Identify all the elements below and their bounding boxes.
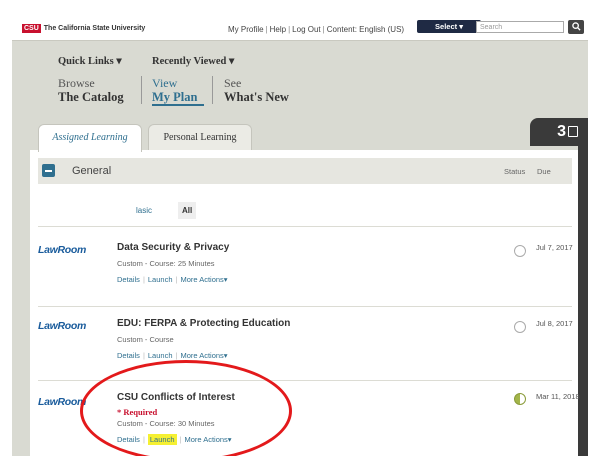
lawroom-logo: LawRoom	[38, 396, 86, 411]
course-title[interactable]: EDU: FERPA & Protecting Education	[117, 318, 290, 329]
nav-browse-catalog[interactable]: Browse The Catalog	[58, 76, 124, 104]
launch-link[interactable]: Launch	[148, 275, 173, 284]
course-meta: Custom - Course: 30 Minutes	[117, 419, 215, 428]
search-button[interactable]	[568, 20, 584, 34]
status-not-started-icon	[514, 321, 526, 333]
nav-divider	[212, 76, 213, 104]
group-title: General	[72, 165, 112, 177]
group-header: General Status Due	[38, 158, 572, 184]
csu-logo-text: The California State University	[43, 25, 146, 32]
active-nav-underline	[152, 104, 204, 106]
nav-whatsnew-line2: What's New	[224, 90, 289, 104]
assigned-count-badge: 3	[530, 118, 588, 146]
more-actions-menu[interactable]: More Actions▾	[180, 275, 227, 284]
lawroom-logo: LawRoom	[38, 244, 86, 259]
required-label: * Required	[117, 407, 158, 417]
launch-link[interactable]: Launch	[147, 434, 177, 445]
csu-logo-mark: CSU	[22, 24, 41, 33]
course-title[interactable]: Data Security & Privacy	[117, 242, 229, 253]
due-date: Jul 7, 2017	[536, 243, 573, 252]
row-divider	[38, 226, 572, 227]
utility-links: My Profile | Help | Log Out | Content: English…	[228, 25, 405, 34]
launch-link[interactable]: Launch	[148, 351, 173, 360]
status-in-progress-icon	[514, 393, 526, 405]
right-edge-strip	[578, 146, 588, 456]
more-actions-menu[interactable]: More Actions▾	[184, 435, 231, 444]
status-not-started-icon	[514, 245, 526, 257]
filter-basic[interactable]: lasic	[136, 206, 152, 215]
course-title[interactable]: CSU Conflicts of Interest	[117, 392, 235, 403]
tab-assigned-learning[interactable]: Assigned Learning	[38, 124, 142, 152]
quick-links-menu[interactable]: Quick Links ▾	[58, 55, 122, 67]
due-column-header: Due	[537, 167, 551, 176]
due-date: Jul 8, 2017	[536, 319, 573, 328]
learning-item: LawRoom EDU: FERPA & Protecting Educatio…	[30, 306, 578, 376]
lawroom-logo: LawRoom	[38, 320, 86, 335]
select-dropdown[interactable]: Select ▾	[417, 20, 481, 33]
collapse-group-button[interactable]	[42, 164, 55, 177]
nav-browse-line1: Browse	[58, 76, 95, 90]
row-divider	[38, 380, 572, 381]
nav-myplan-line1: View	[152, 76, 178, 90]
nav-whats-new[interactable]: See What's New	[224, 76, 289, 104]
top-bar: CSU The California State University My P…	[12, 18, 588, 41]
course-meta: Custom - Course	[117, 335, 174, 344]
learning-item: LawRoom CSU Conflicts of Interest * Requ…	[30, 382, 580, 452]
help-link[interactable]: Help	[270, 25, 286, 34]
lawroom-logo-text: LawRoom	[38, 396, 87, 408]
clipboard-check-icon	[568, 126, 578, 137]
course-actions: Details | Launch | More Actions▾	[117, 434, 232, 445]
assigned-count: 3	[557, 123, 566, 140]
details-link[interactable]: Details	[117, 435, 140, 444]
search-input[interactable]: Search	[476, 21, 564, 33]
recently-viewed-menu[interactable]: Recently Viewed ▾	[152, 55, 234, 67]
lawroom-logo-text: LawRoom	[38, 244, 87, 256]
nav-myplan-line2: My Plan	[152, 90, 198, 104]
search-icon	[571, 22, 581, 31]
nav-divider	[141, 76, 142, 104]
csu-logo[interactable]: CSU The California State University	[22, 24, 145, 33]
learning-item: LawRoom Data Security & Privacy Custom -…	[30, 230, 578, 300]
nav-browse-line2: The Catalog	[58, 90, 124, 104]
my-profile-link[interactable]: My Profile	[228, 25, 264, 34]
course-actions: Details | Launch | More Actions▾	[117, 351, 228, 360]
more-actions-menu[interactable]: More Actions▾	[180, 351, 227, 360]
due-date: Mar 11, 2018	[536, 392, 580, 401]
nav-my-plan[interactable]: View My Plan	[152, 76, 197, 104]
course-meta: Custom - Course: 25 Minutes	[117, 259, 215, 268]
tab-personal-learning[interactable]: Personal Learning	[148, 124, 252, 150]
content-language-link[interactable]: Content: English (US)	[327, 25, 404, 34]
log-out-link[interactable]: Log Out	[292, 25, 320, 34]
lawroom-logo-text: LawRoom	[38, 320, 87, 332]
details-link[interactable]: Details	[117, 275, 140, 284]
course-actions: Details | Launch | More Actions▾	[117, 275, 228, 284]
learning-list-panel: General Status Due lasic All LawRoom Dat…	[30, 150, 580, 456]
app-window: CSU The California State University My P…	[12, 18, 588, 456]
details-link[interactable]: Details	[117, 351, 140, 360]
status-column-header: Status	[504, 167, 526, 176]
nav-whatsnew-line1: See	[224, 76, 242, 90]
filter-all[interactable]: All	[178, 202, 197, 219]
